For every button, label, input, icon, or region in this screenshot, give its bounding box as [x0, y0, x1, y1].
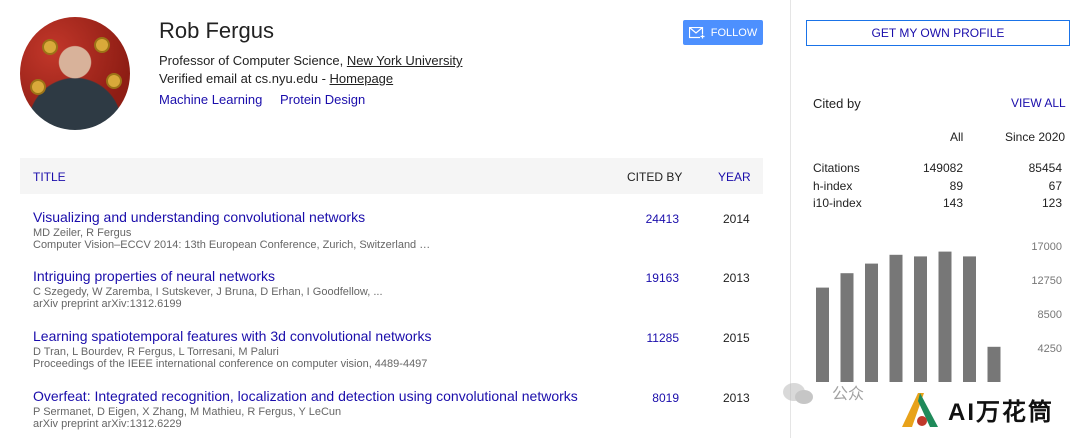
col-header-since: Since 2020 — [1005, 130, 1066, 144]
paper-authors: D Tran, L Bourdev, R Fergus, L Torresani… — [33, 346, 279, 358]
stat-label: Citations — [813, 161, 860, 175]
mail-plus-icon — [688, 26, 705, 39]
brand-watermark-text: AI万花筒 — [948, 398, 1054, 426]
research-interests: Machine Learning Protein Design — [159, 92, 379, 107]
cited-by-link[interactable]: 8019 — [639, 391, 679, 405]
citation-bar-2022[interactable] — [914, 256, 927, 382]
paper-year: 2013 — [723, 391, 750, 405]
paper-year: 2014 — [723, 212, 750, 226]
stat-all: 89 — [949, 179, 963, 193]
citation-bar-2018[interactable] — [816, 287, 829, 382]
panel-divider — [790, 0, 791, 438]
y-tick-label: 8500 — [1038, 309, 1062, 321]
sort-by-title[interactable]: TITLE — [33, 170, 66, 184]
brand-logo-icon — [902, 393, 938, 427]
stat-all: 149082 — [922, 161, 963, 175]
homepage-link[interactable]: Homepage — [330, 71, 394, 86]
stat-since: 85454 — [1028, 161, 1062, 175]
y-tick-label: 4250 — [1038, 343, 1062, 355]
table-row: Learning spatiotemporal features with 3d… — [33, 328, 763, 388]
citation-bar-2019[interactable] — [840, 273, 854, 382]
cited-by-heading: Cited by — [813, 96, 861, 111]
paper-authors: MD Zeiler, R Fergus — [33, 227, 132, 239]
y-tick-label: 17000 — [1031, 241, 1062, 253]
paper-venue: arXiv preprint arXiv:1312.6229 — [33, 418, 182, 430]
stat-all: 143 — [942, 196, 963, 210]
cited-by-link[interactable]: 19163 — [639, 271, 679, 285]
wechat-watermark-text: 公众 — [832, 384, 864, 403]
table-row: Overfeat: Integrated recognition, locali… — [33, 388, 763, 438]
interest-protein-design[interactable]: Protein Design — [280, 92, 365, 107]
stat-since: 123 — [1041, 196, 1062, 210]
citation-bar-2021[interactable] — [889, 254, 903, 382]
email-text: Verified email at cs.nyu.edu - — [159, 71, 330, 86]
profile-email: Verified email at cs.nyu.edu - Homepage — [159, 71, 393, 86]
follow-button[interactable]: FOLLOW — [683, 20, 763, 45]
get-own-profile-button[interactable]: GET MY OWN PROFILE — [806, 20, 1070, 46]
col-header-all: All — [950, 130, 964, 144]
citation-bar-2023[interactable] — [938, 251, 952, 382]
table-header: TITLE CITED BY YEAR — [20, 158, 763, 194]
paper-authors: C Szegedy, W Zaremba, I Sutskever, J Bru… — [33, 286, 383, 298]
citation-bar-2024[interactable] — [963, 256, 976, 382]
stat-since: 67 — [1048, 179, 1062, 193]
sort-by-year[interactable]: YEAR — [718, 170, 751, 184]
affiliation-text: Professor of Computer Science, — [159, 53, 347, 68]
sort-by-cited[interactable]: CITED BY — [627, 170, 682, 184]
view-all-link[interactable]: VIEW ALL — [1011, 96, 1066, 110]
paper-venue: Proceedings of the IEEE international co… — [33, 358, 428, 370]
cited-by-link[interactable]: 24413 — [639, 212, 679, 226]
paper-venue: arXiv preprint arXiv:1312.6199 — [33, 298, 182, 310]
paper-year: 2013 — [723, 271, 750, 285]
paper-authors: P Sermanet, D Eigen, X Zhang, M Mathieu,… — [33, 406, 342, 418]
follow-label: FOLLOW — [710, 26, 758, 39]
paper-year: 2015 — [723, 331, 750, 345]
citation-bar-2025[interactable] — [987, 346, 1001, 382]
affiliation-link[interactable]: New York University — [347, 53, 463, 68]
paper-venue: Computer Vision–ECCV 2014: 13th European… — [33, 239, 431, 251]
profile-affiliation: Professor of Computer Science, New York … — [159, 53, 462, 68]
table-row: Visualizing and understanding convolutio… — [33, 209, 763, 269]
brand-watermark: AI万花筒 — [898, 386, 1068, 432]
cited-by-link[interactable]: 11285 — [639, 331, 679, 345]
citations-bar-chart: 170001275085004250 2018201920 — [816, 241, 1062, 382]
table-row: Intriguing properties of neural networks… — [33, 268, 763, 328]
wechat-watermark: 公众 — [783, 383, 864, 404]
y-tick-label: 12750 — [1031, 275, 1062, 287]
citation-bar-2020[interactable] — [865, 263, 878, 382]
profile-name: Rob Fergus — [159, 18, 274, 43]
interest-machine-learning[interactable]: Machine Learning — [159, 92, 262, 107]
profile-photo — [20, 17, 130, 130]
stat-label: i10-index — [813, 196, 862, 210]
stat-label: h-index — [813, 179, 853, 193]
